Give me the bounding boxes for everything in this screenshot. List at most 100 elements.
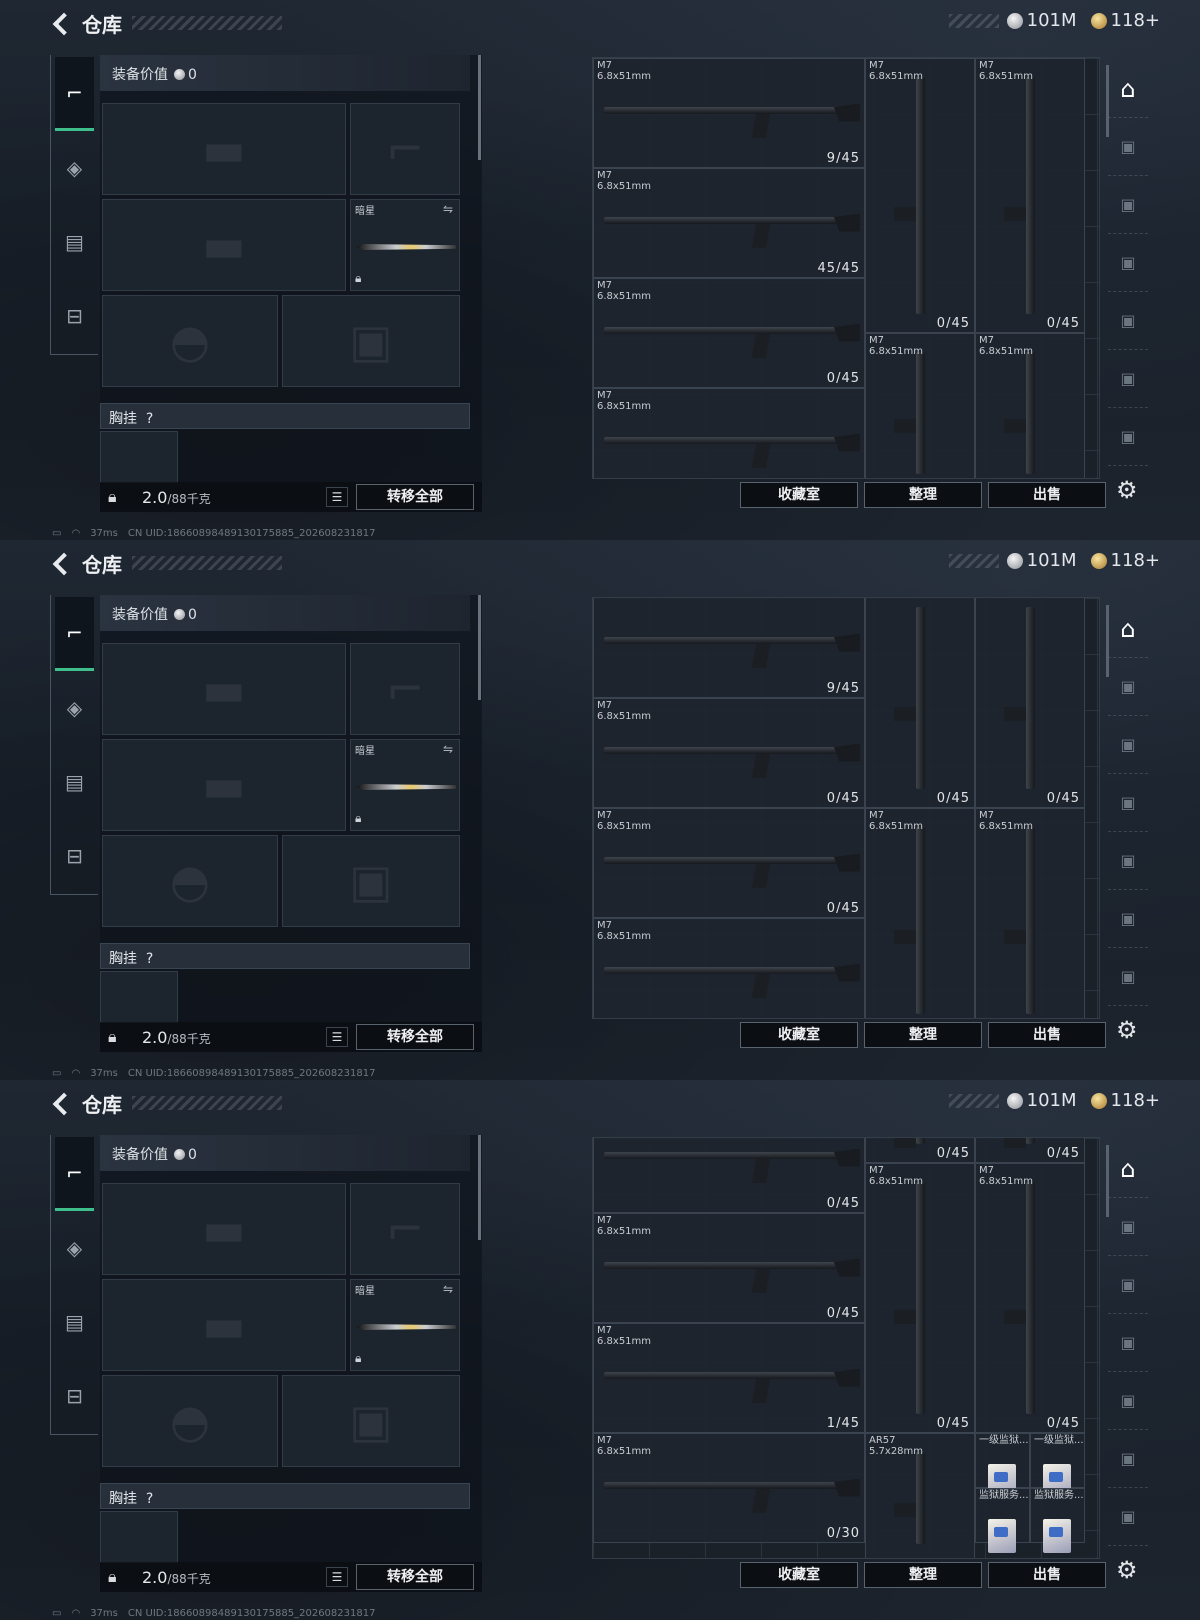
melee-slot[interactable]: 暗星 ⇋ 🔒︎ <box>350 1279 460 1371</box>
storage-4-icon[interactable]: ▣ <box>1108 292 1148 350</box>
weapon-item[interactable]: M7 6.8x51mm <box>865 808 975 1018</box>
collection-button[interactable]: 收藏室 <box>740 1562 858 1588</box>
weapon-item[interactable]: M7 6.8x51mm 9/45 <box>593 58 865 168</box>
swap-icon[interactable]: ⇋ <box>443 202 453 216</box>
collection-button[interactable]: 收藏室 <box>740 1022 858 1048</box>
storage-6-icon[interactable]: ▣ <box>1108 1488 1148 1546</box>
list-view-icon[interactable]: ☰ <box>326 1567 348 1587</box>
storage-4-icon[interactable]: ▣ <box>1108 832 1148 890</box>
chest-rig-slot[interactable] <box>100 971 178 1023</box>
gold-amount[interactable]: 118+ <box>1111 550 1160 571</box>
transfer-all-button[interactable]: 转移全部 <box>356 484 474 510</box>
weapon-item[interactable]: M7 6.8x51mm 0/45 <box>593 278 865 388</box>
settings-gear-icon[interactable]: ⚙ <box>1116 476 1138 504</box>
melee-slot[interactable]: 暗星 ⇋ 🔒︎ <box>350 199 460 291</box>
pistol-slot[interactable]: ⌐ <box>350 103 460 195</box>
weapon-item[interactable]: M7 6.8x51mm 45/45 <box>593 168 865 278</box>
weapon-item[interactable]: 0/45 <box>865 598 975 808</box>
collection-button[interactable]: 收藏室 <box>740 482 858 508</box>
weapon-item[interactable]: M7 6.8x51mm 0/45 <box>593 808 865 918</box>
lock-icon[interactable]: 🔒︎ <box>108 1027 128 1047</box>
storage-2-icon[interactable]: ▣ <box>1108 1256 1148 1314</box>
tab-weapons[interactable]: ⌐ <box>55 1137 94 1211</box>
primary-weapon-slot[interactable]: ▬ <box>102 103 346 195</box>
lock-icon[interactable]: 🔒︎ <box>108 487 128 507</box>
list-view-icon[interactable]: ☰ <box>326 487 348 507</box>
swap-icon[interactable]: ⇋ <box>443 1282 453 1296</box>
sell-button[interactable]: 出售 <box>988 482 1106 508</box>
armor-slot[interactable]: ▣ <box>282 295 460 387</box>
help-icon[interactable]: ? <box>146 411 153 427</box>
weapon-item[interactable]: M7 6.8x51mm <box>975 808 1085 1018</box>
tab-toolbox[interactable]: ⊟ <box>51 279 98 353</box>
loadout-scrollbar[interactable] <box>478 55 481 160</box>
warehouse-icon[interactable]: ⌂ <box>1108 600 1148 658</box>
helmet-slot[interactable]: ◓ <box>102 295 278 387</box>
storage-1-icon[interactable]: ▣ <box>1108 1198 1148 1256</box>
storage-3-icon[interactable]: ▣ <box>1108 1314 1148 1372</box>
transfer-all-button[interactable]: 转移全部 <box>356 1024 474 1050</box>
ammo-item[interactable]: 一级监狱... <box>1030 1433 1085 1498</box>
settings-gear-icon[interactable]: ⚙ <box>1116 1016 1138 1044</box>
sell-button[interactable]: 出售 <box>988 1562 1106 1588</box>
back-arrow-icon[interactable] <box>50 552 72 574</box>
tab-armor[interactable]: ◈ <box>51 131 98 205</box>
tab-toolbox[interactable]: ⊟ <box>51 819 98 893</box>
weapon-item[interactable]: M7 6.8x51mm <box>593 918 865 1018</box>
tab-backpack[interactable]: ▤ <box>51 1285 98 1359</box>
tab-backpack[interactable]: ▤ <box>51 205 98 279</box>
help-icon[interactable]: ? <box>146 1491 153 1507</box>
tab-armor[interactable]: ◈ <box>51 671 98 745</box>
pistol-slot[interactable]: ⌐ <box>350 1183 460 1275</box>
organize-button[interactable]: 整理 <box>864 482 982 508</box>
secondary-weapon-slot[interactable]: ▬ <box>102 199 346 291</box>
swap-icon[interactable]: ⇋ <box>443 742 453 756</box>
loadout-scrollbar[interactable] <box>478 1135 481 1240</box>
tab-armor[interactable]: ◈ <box>51 1211 98 1285</box>
storage-4-icon[interactable]: ▣ <box>1108 1372 1148 1430</box>
storage-6-icon[interactable]: ▣ <box>1108 948 1148 1006</box>
weapon-item[interactable]: M7 6.8x51mm 0/30 <box>593 1433 865 1543</box>
helmet-slot[interactable]: ◓ <box>102 1375 278 1467</box>
tab-weapons[interactable]: ⌐ <box>55 57 94 131</box>
help-icon[interactable]: ? <box>146 951 153 967</box>
lock-icon[interactable]: 🔒︎ <box>108 1567 128 1587</box>
weapon-item[interactable]: 6.8x51mm 9/45 <box>593 598 865 698</box>
back-arrow-icon[interactable] <box>50 1092 72 1114</box>
ammo-item[interactable]: 一级监狱... <box>975 1433 1030 1498</box>
tab-weapons[interactable]: ⌐ <box>55 597 94 671</box>
secondary-weapon-slot[interactable]: ▬ <box>102 739 346 831</box>
gold-amount[interactable]: 118+ <box>1111 1090 1160 1111</box>
warehouse-icon[interactable]: ⌂ <box>1108 1140 1148 1198</box>
sell-button[interactable]: 出售 <box>988 1022 1106 1048</box>
organize-button[interactable]: 整理 <box>864 1022 982 1048</box>
gold-amount[interactable]: 118+ <box>1111 10 1160 31</box>
chest-rig-slot[interactable] <box>100 431 178 483</box>
storage-2-icon[interactable]: ▣ <box>1108 716 1148 774</box>
weapon-item[interactable]: M7 6.8x51mm <box>593 388 865 478</box>
storage-2-icon[interactable]: ▣ <box>1108 176 1148 234</box>
secondary-weapon-slot[interactable]: ▬ <box>102 1279 346 1371</box>
weapon-item[interactable]: 0/45 <box>975 598 1085 808</box>
tab-toolbox[interactable]: ⊟ <box>51 1359 98 1433</box>
settings-gear-icon[interactable]: ⚙ <box>1116 1556 1138 1584</box>
armor-slot[interactable]: ▣ <box>282 1375 460 1467</box>
weapon-item[interactable]: 0/45 <box>975 1138 1085 1163</box>
back-arrow-icon[interactable] <box>50 12 72 34</box>
helmet-slot[interactable]: ◓ <box>102 835 278 927</box>
weapon-item[interactable]: M7 6.8x51mm 0/45 <box>593 1213 865 1323</box>
storage-5-icon[interactable]: ▣ <box>1108 350 1148 408</box>
organize-button[interactable]: 整理 <box>864 1562 982 1588</box>
primary-weapon-slot[interactable]: ▬ <box>102 643 346 735</box>
weapon-item[interactable]: M7 6.8x51mm 0/45 <box>865 1163 975 1433</box>
primary-weapon-slot[interactable]: ▬ <box>102 1183 346 1275</box>
ammo-item[interactable]: 监狱服务... <box>1030 1488 1085 1553</box>
weapon-item[interactable]: 0/45 <box>593 1138 865 1213</box>
storage-1-icon[interactable]: ▣ <box>1108 118 1148 176</box>
ammo-item[interactable]: 监狱服务... <box>975 1488 1030 1553</box>
storage-5-icon[interactable]: ▣ <box>1108 1430 1148 1488</box>
weapon-item[interactable]: M7 6.8x51mm 0/45 <box>865 58 975 333</box>
weapon-item[interactable]: M7 6.8x51mm <box>975 333 1085 478</box>
loadout-scrollbar[interactable] <box>478 595 481 700</box>
weapon-item[interactable]: M7 6.8x51mm 0/45 <box>593 698 865 808</box>
